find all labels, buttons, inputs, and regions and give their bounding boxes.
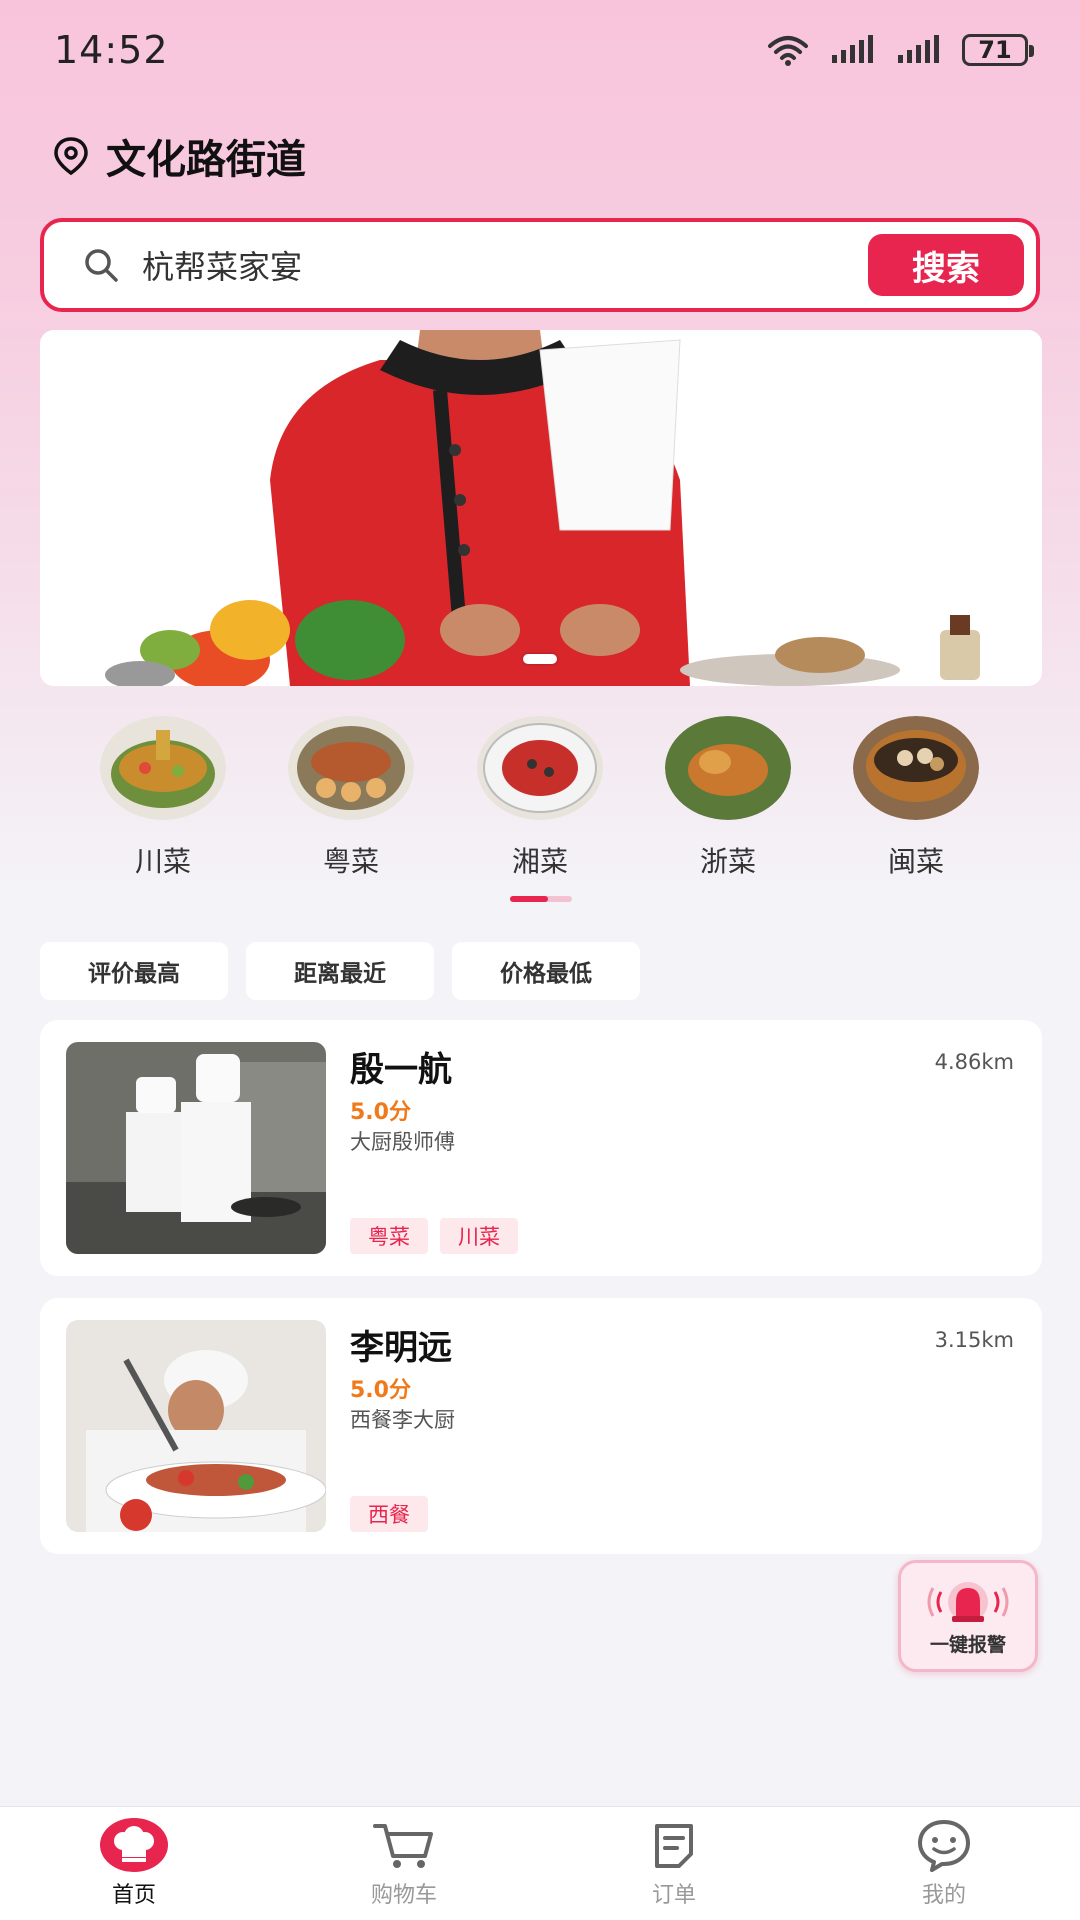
fish-dish-image xyxy=(288,716,414,820)
emergency-alarm-button[interactable]: 一键报警 xyxy=(898,1560,1038,1672)
banner-image xyxy=(40,330,1042,686)
search-icon xyxy=(85,249,118,282)
chef-description: 西餐李大厨 xyxy=(350,1408,455,1432)
soup-bowl-image xyxy=(853,716,979,820)
category-label: 闽菜 xyxy=(887,845,944,878)
hotpot-dish-image xyxy=(100,716,226,820)
chef-tags: 粤菜 川菜 xyxy=(350,1218,518,1254)
chili-dish-image xyxy=(477,716,603,820)
search-button[interactable]: 搜索 xyxy=(868,234,1024,296)
chicken-dish-image xyxy=(665,716,791,820)
chef-score: 5.0分 xyxy=(350,1378,411,1403)
cuisine-tag: 川菜 xyxy=(440,1218,518,1254)
sort-options: 评价最高 距离最近 价格最低 xyxy=(40,942,640,1000)
cuisine-categories: 川菜 粤菜 湘菜 浙菜 闽菜 xyxy=(0,716,1080,878)
signal-icon xyxy=(832,35,873,63)
bottom-tab-bar: 首页 购物车 订单 我的 xyxy=(0,1806,1080,1920)
category-item[interactable]: 湘菜 xyxy=(465,716,615,880)
tab-profile[interactable]: 我的 xyxy=(874,1817,1014,1909)
category-item[interactable]: 浙菜 xyxy=(653,716,803,880)
alarm-label: 一键报警 xyxy=(929,1633,1006,1656)
category-label: 湘菜 xyxy=(511,845,568,878)
chef-name: 李明远 xyxy=(350,1328,452,1368)
chef-description: 大厨殷师傅 xyxy=(350,1130,455,1154)
battery-level: 71 xyxy=(978,36,1012,64)
cart-icon xyxy=(369,1817,439,1873)
chef-photo xyxy=(66,1320,326,1532)
chat-face-icon xyxy=(909,1817,979,1873)
category-scroll-indicator xyxy=(510,896,572,902)
alarm-siren-icon xyxy=(927,1581,1009,1622)
location-name: 文化路街道 xyxy=(106,137,306,183)
sort-by-distance[interactable]: 距离最近 xyxy=(246,942,434,1000)
tab-cart[interactable]: 购物车 xyxy=(334,1817,474,1909)
chef-hat-icon xyxy=(99,1817,169,1873)
status-icons: 71 xyxy=(766,34,1034,66)
category-item[interactable]: 闽菜 xyxy=(841,716,991,880)
chef-card[interactable]: 李明远 5.0分 西餐李大厨 3.15km 西餐 xyxy=(40,1298,1042,1554)
tab-label: 订单 xyxy=(651,1883,696,1908)
cuisine-tag: 粤菜 xyxy=(350,1218,428,1254)
chef-score: 5.0分 xyxy=(350,1100,411,1125)
chef-photo xyxy=(66,1042,326,1254)
tab-label: 购物车 xyxy=(370,1883,437,1908)
category-item[interactable]: 粤菜 xyxy=(276,716,426,880)
cuisine-tag: 西餐 xyxy=(350,1496,428,1532)
sort-by-rating[interactable]: 评价最高 xyxy=(40,942,228,1000)
category-label: 粤菜 xyxy=(322,845,379,878)
tab-orders[interactable]: 订单 xyxy=(604,1817,744,1909)
status-time: 14:52 xyxy=(54,28,169,72)
category-label: 浙菜 xyxy=(699,845,756,878)
location-pin-icon xyxy=(54,137,88,176)
location-selector[interactable]: 文化路街道 xyxy=(52,128,306,184)
chef-tags: 西餐 xyxy=(350,1496,428,1532)
wifi-icon xyxy=(768,36,808,66)
battery-indicator: 71 xyxy=(962,34,1034,66)
banner-pagination-dot[interactable] xyxy=(523,654,557,664)
tab-home[interactable]: 首页 xyxy=(64,1817,204,1909)
tab-label: 首页 xyxy=(111,1883,156,1908)
signal-icon-2 xyxy=(898,35,939,63)
sort-by-price[interactable]: 价格最低 xyxy=(452,942,640,1000)
search-bar[interactable]: 杭帮菜家宴 搜索 xyxy=(40,218,1040,312)
status-bar: 14:52 71 xyxy=(0,0,1080,100)
tab-label: 我的 xyxy=(921,1883,966,1908)
chef-distance: 4.86km xyxy=(934,1050,1014,1074)
chef-name: 殷一航 xyxy=(350,1050,452,1090)
chef-distance: 3.15km xyxy=(934,1328,1014,1352)
order-icon xyxy=(639,1817,709,1873)
category-item[interactable]: 川菜 xyxy=(88,716,238,880)
category-label: 川菜 xyxy=(134,845,191,878)
promo-banner[interactable] xyxy=(40,330,1042,686)
chef-card[interactable]: 殷一航 5.0分 大厨殷师傅 4.86km 粤菜 川菜 xyxy=(40,1020,1042,1276)
